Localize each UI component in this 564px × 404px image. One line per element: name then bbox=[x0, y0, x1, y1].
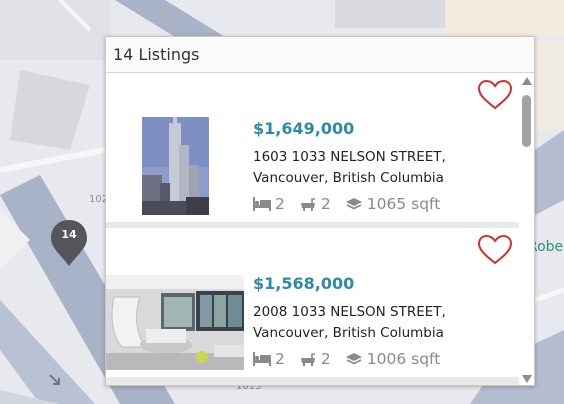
popup-header: 14 Listings bbox=[106, 37, 534, 73]
beds-stat: 2 bbox=[253, 350, 285, 368]
listing-card[interactable]: $1,649,000 1603 1033 NELSON STREET, Vanc… bbox=[106, 73, 519, 222]
baths-stat: 2 bbox=[299, 350, 331, 368]
listings-popup: 14 Listings $1,649,000 1603 1033 NELSON … bbox=[105, 36, 535, 386]
beds-count: 2 bbox=[275, 195, 285, 213]
map-marker-cluster[interactable]: 14 bbox=[48, 218, 90, 270]
listing-scrollbar[interactable] bbox=[519, 73, 534, 385]
scroll-thumb[interactable] bbox=[522, 95, 531, 147]
map-arrow-icon bbox=[49, 374, 60, 385]
popup-title: 14 Listings bbox=[113, 45, 200, 64]
listing-photo[interactable] bbox=[106, 275, 244, 370]
area-stat: 1006 sqft bbox=[345, 350, 441, 368]
area-value: 1065 sqft bbox=[366, 195, 441, 213]
listing-address-line2: Vancouver, British Columbia bbox=[253, 170, 444, 186]
listing-address-line1: 2008 1033 NELSON STREET, bbox=[253, 304, 446, 320]
listing-address-line1: 1603 1033 NELSON STREET, bbox=[253, 149, 446, 165]
baths-count: 2 bbox=[320, 350, 331, 368]
bed-icon bbox=[253, 197, 271, 211]
scroll-up-icon[interactable] bbox=[522, 77, 532, 85]
area-stat: 1065 sqft bbox=[345, 195, 441, 213]
listing-address: 1603 1033 NELSON STREET, Vancouver, Brit… bbox=[253, 147, 483, 189]
beds-count: 2 bbox=[275, 350, 285, 368]
beds-stat: 2 bbox=[253, 195, 285, 213]
bath-icon bbox=[300, 353, 315, 366]
scroll-down-icon[interactable] bbox=[522, 375, 532, 383]
listing-address: 2008 1033 NELSON STREET, Vancouver, Brit… bbox=[253, 302, 483, 344]
bed-icon bbox=[253, 352, 271, 366]
layers-icon bbox=[345, 353, 362, 365]
heart-icon[interactable] bbox=[477, 79, 513, 111]
baths-stat: 2 bbox=[299, 195, 331, 213]
map-marker-icon bbox=[51, 220, 87, 266]
listing-photo[interactable] bbox=[142, 117, 209, 215]
bath-icon bbox=[300, 198, 315, 211]
listing-price[interactable]: $1,568,000 bbox=[253, 274, 354, 293]
listing-stats: 2 2 1006 sqft bbox=[253, 350, 454, 368]
listing-stats: 2 2 1065 sqft bbox=[253, 195, 454, 213]
listing-price[interactable]: $1,649,000 bbox=[253, 119, 354, 138]
listing-address-line2: Vancouver, British Columbia bbox=[253, 325, 444, 341]
baths-count: 2 bbox=[320, 195, 331, 213]
heart-icon[interactable] bbox=[477, 234, 513, 266]
layers-icon bbox=[345, 198, 362, 210]
listing-list[interactable]: $1,649,000 1603 1033 NELSON STREET, Vanc… bbox=[106, 73, 519, 385]
area-value: 1006 sqft bbox=[366, 350, 441, 368]
listing-card[interactable]: $1,568,000 2008 1033 NELSON STREET, Vanc… bbox=[106, 228, 519, 377]
marker-count: 14 bbox=[61, 228, 77, 241]
